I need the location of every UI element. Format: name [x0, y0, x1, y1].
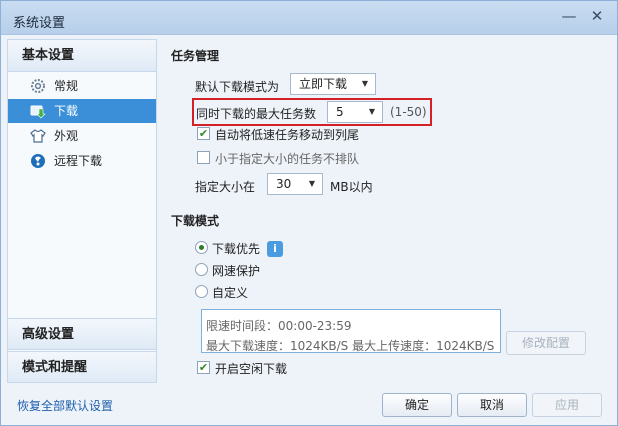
task-management-title: 任务管理: [171, 49, 220, 63]
download-mode-title: 下载模式: [171, 214, 220, 228]
remote-download-icon: [31, 154, 45, 168]
speed-protection-label: 网速保护: [212, 264, 261, 278]
restore-defaults-link[interactable]: 恢复全部默认设置: [17, 397, 113, 414]
radio-speed-protection[interactable]: [195, 263, 208, 276]
info-icon[interactable]: i: [267, 241, 283, 257]
sidebar-item-general[interactable]: 常规: [8, 74, 156, 98]
cancel-button[interactable]: 取消: [457, 393, 527, 417]
max-tasks-value: 5: [336, 105, 344, 119]
move-slow-tasks-label: 自动将低速任务移动到列尾: [215, 128, 360, 142]
sidebar-mode-and-reminder[interactable]: 模式和提醒: [8, 351, 156, 383]
download-settings-panel: 任务管理 默认下载模式为 立即下载 ▼ 同时下载的最大任务数 5 ▼ (1-50…: [161, 37, 617, 389]
download-icon: [30, 105, 46, 119]
move-slow-tasks-checkbox[interactable]: ✔: [197, 127, 210, 140]
sidebar-item-label: 外观: [54, 129, 79, 143]
minimize-button[interactable]: —: [559, 7, 579, 25]
max-tasks-label: 同时下载的最大任务数: [196, 107, 317, 121]
custom-label: 自定义: [212, 286, 249, 300]
no-queue-small-checkbox[interactable]: [197, 151, 210, 164]
size-value: 30: [276, 177, 292, 191]
default-mode-select[interactable]: 立即下载 ▼: [290, 73, 376, 95]
ok-button[interactable]: 确定: [382, 393, 452, 417]
no-queue-small-label: 小于指定大小的任务不排队: [215, 152, 360, 166]
sidebar-item-download[interactable]: 下载: [8, 99, 156, 123]
radio-download-priority[interactable]: [195, 241, 208, 254]
sidebar-item-label: 下载: [54, 104, 79, 118]
sidebar-item-remote-download[interactable]: 远程下载: [8, 149, 156, 173]
chevron-down-icon: ▼: [361, 79, 368, 88]
apply-button[interactable]: 应用: [532, 393, 602, 417]
gear-icon: [31, 79, 45, 93]
max-tasks-select[interactable]: 5 ▼: [327, 101, 383, 123]
chevron-down-icon: ▼: [308, 179, 315, 188]
sidebar-item-label: 常规: [54, 79, 79, 93]
radio-custom[interactable]: [195, 285, 208, 298]
sidebar: 基本设置 常规 下载 外观 远程下载 高级设置 模式和提醒: [7, 39, 157, 383]
shirt-icon: [30, 129, 46, 143]
size-unit: MB以内: [330, 180, 373, 194]
chevron-down-icon: ▼: [368, 107, 375, 116]
size-select[interactable]: 30 ▼: [267, 173, 323, 195]
title-bar: 系统设置 — ✕: [1, 1, 617, 35]
modify-config-button[interactable]: 修改配置: [506, 331, 586, 355]
default-mode-value: 立即下载: [299, 77, 348, 91]
speed-limit-info-box: 限速时间段：00:00-23:59 最大下载速度：1024KB/S 最大上传速度…: [201, 309, 501, 353]
size-label: 指定大小在: [195, 180, 256, 194]
sidebar-advanced-settings[interactable]: 高级设置: [8, 318, 156, 350]
limit-speed-text: 最大下载速度：1024KB/S 最大上传速度：1024KB/S: [206, 339, 495, 353]
sidebar-item-appearance[interactable]: 外观: [8, 124, 156, 148]
sidebar-basic-settings[interactable]: 基本设置: [8, 40, 156, 72]
window-title: 系统设置: [13, 16, 66, 31]
settings-window: 系统设置 — ✕ 基本设置 常规 下载 外观 远程下载 高级设置 模式和提醒 恢…: [0, 0, 618, 426]
sidebar-item-label: 远程下载: [54, 154, 103, 168]
default-mode-label: 默认下载模式为: [195, 80, 280, 94]
max-tasks-range: (1-50): [390, 105, 427, 119]
idle-download-checkbox[interactable]: ✔: [197, 361, 210, 374]
idle-download-label: 开启空闲下载: [215, 362, 288, 376]
limit-time-text: 限速时间段：00:00-23:59: [206, 319, 352, 333]
download-priority-label: 下载优先: [212, 242, 261, 256]
close-button[interactable]: ✕: [587, 7, 607, 25]
